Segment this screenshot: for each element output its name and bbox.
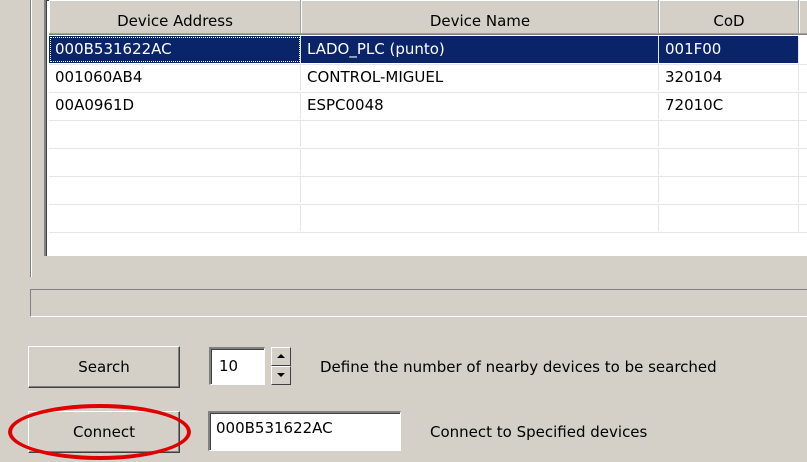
device-address-cell: 00A0961D bbox=[49, 92, 301, 119]
search-count-input[interactable]: 10 bbox=[209, 347, 265, 385]
column-header-device-address[interactable]: Device Address bbox=[49, 0, 302, 35]
device-row[interactable]: 000B531622AC LADO_PLC (punto) 001F00 bbox=[49, 36, 807, 65]
empty-cell bbox=[301, 204, 659, 231]
column-header-device-name[interactable]: Device Name bbox=[301, 0, 660, 35]
empty-cell bbox=[49, 148, 301, 175]
spin-down-button[interactable] bbox=[271, 366, 291, 385]
device-list[interactable]: Device Address Device Name CoD 000B53162… bbox=[44, 0, 807, 256]
device-name-cell: ESPC0048 bbox=[301, 92, 659, 119]
empty-row bbox=[49, 176, 807, 205]
spin-up-button[interactable] bbox=[271, 347, 291, 366]
empty-cell bbox=[301, 176, 659, 203]
device-cod-cell: 72010C bbox=[659, 92, 799, 119]
empty-cell bbox=[659, 176, 799, 203]
column-header-cod[interactable]: CoD bbox=[659, 0, 800, 35]
device-address-cell: 000B531622AC bbox=[49, 36, 301, 63]
empty-cell bbox=[301, 148, 659, 175]
empty-cell bbox=[301, 120, 659, 147]
device-cod-cell: 001F00 bbox=[659, 36, 799, 63]
empty-row bbox=[49, 204, 807, 233]
arrow-up-icon bbox=[277, 354, 285, 358]
empty-cell bbox=[49, 204, 301, 231]
column-header-extra bbox=[799, 0, 807, 35]
device-row[interactable]: 00A0961D ESPC0048 72010C bbox=[49, 92, 807, 121]
device-cod-cell: 320104 bbox=[659, 64, 799, 91]
search-description-label: Define the number of nearby devices to b… bbox=[320, 358, 717, 376]
search-button[interactable]: Search bbox=[28, 346, 180, 388]
connect-button[interactable]: Connect bbox=[28, 411, 180, 453]
device-list-header: Device Address Device Name CoD bbox=[49, 0, 807, 36]
empty-cell bbox=[49, 120, 301, 147]
status-bar bbox=[30, 289, 807, 317]
empty-row bbox=[49, 148, 807, 177]
device-list-body: 000B531622AC LADO_PLC (punto) 001F00 001… bbox=[49, 36, 807, 256]
device-name-cell: CONTROL-MIGUEL bbox=[301, 64, 659, 91]
empty-cell bbox=[659, 204, 799, 231]
device-address-input[interactable]: 000B531622AC bbox=[208, 411, 401, 451]
arrow-down-icon bbox=[277, 373, 285, 377]
empty-cell bbox=[659, 148, 799, 175]
empty-cell bbox=[659, 120, 799, 147]
device-name-cell: LADO_PLC (punto) bbox=[301, 36, 659, 63]
connect-description-label: Connect to Specified devices bbox=[430, 423, 648, 441]
device-row[interactable]: 001060AB4 CONTROL-MIGUEL 320104 bbox=[49, 64, 807, 93]
empty-cell bbox=[49, 176, 301, 203]
device-address-cell: 001060AB4 bbox=[49, 64, 301, 91]
empty-row bbox=[49, 120, 807, 149]
